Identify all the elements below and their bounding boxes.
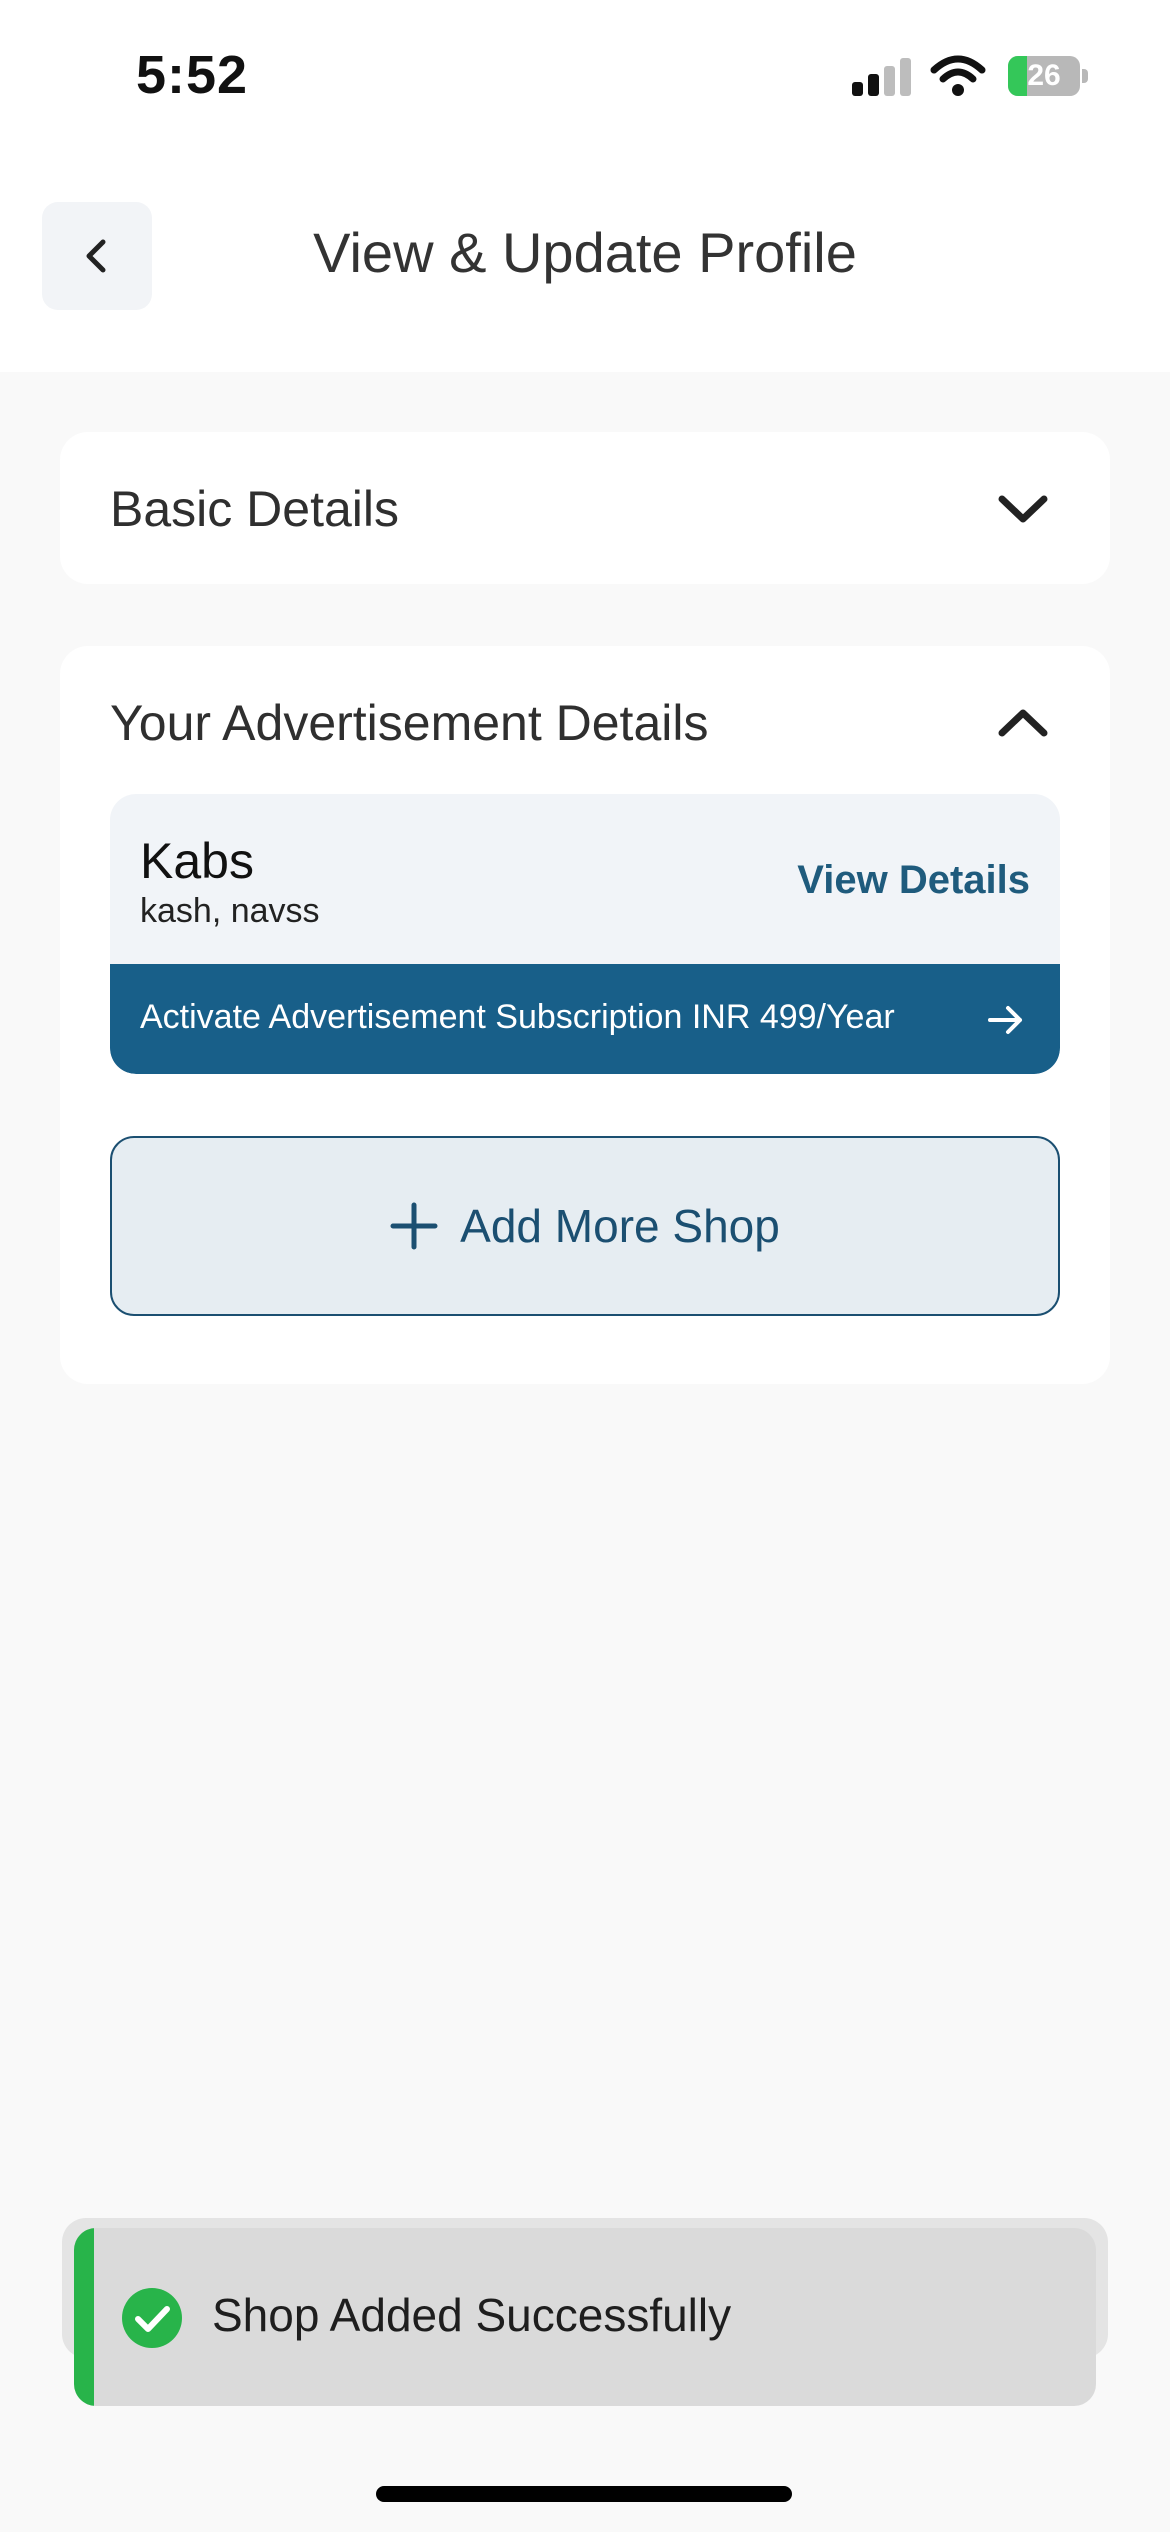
status-bar: 5:52 26 (0, 0, 1170, 150)
basic-details-card[interactable]: Basic Details (60, 432, 1110, 584)
activate-subscription-label: Activate Advertisement Subscription INR … (140, 998, 895, 1036)
activate-subscription-button[interactable]: Activate Advertisement Subscription INR … (110, 964, 1060, 1074)
battery-level: 26 (1027, 59, 1061, 92)
battery-icon: 26 (1008, 56, 1088, 96)
chevron-up-icon[interactable] (996, 696, 1050, 750)
shop-address: kash, navss (140, 892, 320, 930)
view-details-link[interactable]: View Details (797, 858, 1030, 903)
home-indicator[interactable] (376, 2486, 792, 2502)
app-header: View & Update Profile (0, 150, 1170, 372)
toast-accent-bar (74, 2228, 94, 2406)
success-toast[interactable]: Shop Added Successfully (74, 2228, 1096, 2406)
shop-item: Kabs kash, navss View Details Activate A… (110, 794, 1060, 1074)
check-circle-icon (122, 2288, 182, 2348)
cellular-signal-icon (852, 58, 911, 96)
add-more-shop-button[interactable]: Add More Shop (110, 1136, 1060, 1316)
advertisement-details-card: Your Advertisement Details Kabs kash, na… (60, 646, 1110, 1384)
page-title: View & Update Profile (313, 221, 857, 284)
status-time: 5:52 (136, 45, 249, 105)
advertisement-details-title[interactable]: Your Advertisement Details (110, 694, 708, 752)
shop-name: Kabs (140, 833, 254, 889)
arrow-right-icon (988, 1006, 1022, 1034)
basic-details-title: Basic Details (110, 481, 399, 537)
wifi-icon (930, 55, 986, 96)
add-more-shop-label: Add More Shop (460, 1200, 780, 1252)
toast-message: Shop Added Successfully (212, 2289, 732, 2341)
plus-icon (390, 1202, 438, 1250)
chevron-down-icon[interactable] (996, 482, 1050, 536)
